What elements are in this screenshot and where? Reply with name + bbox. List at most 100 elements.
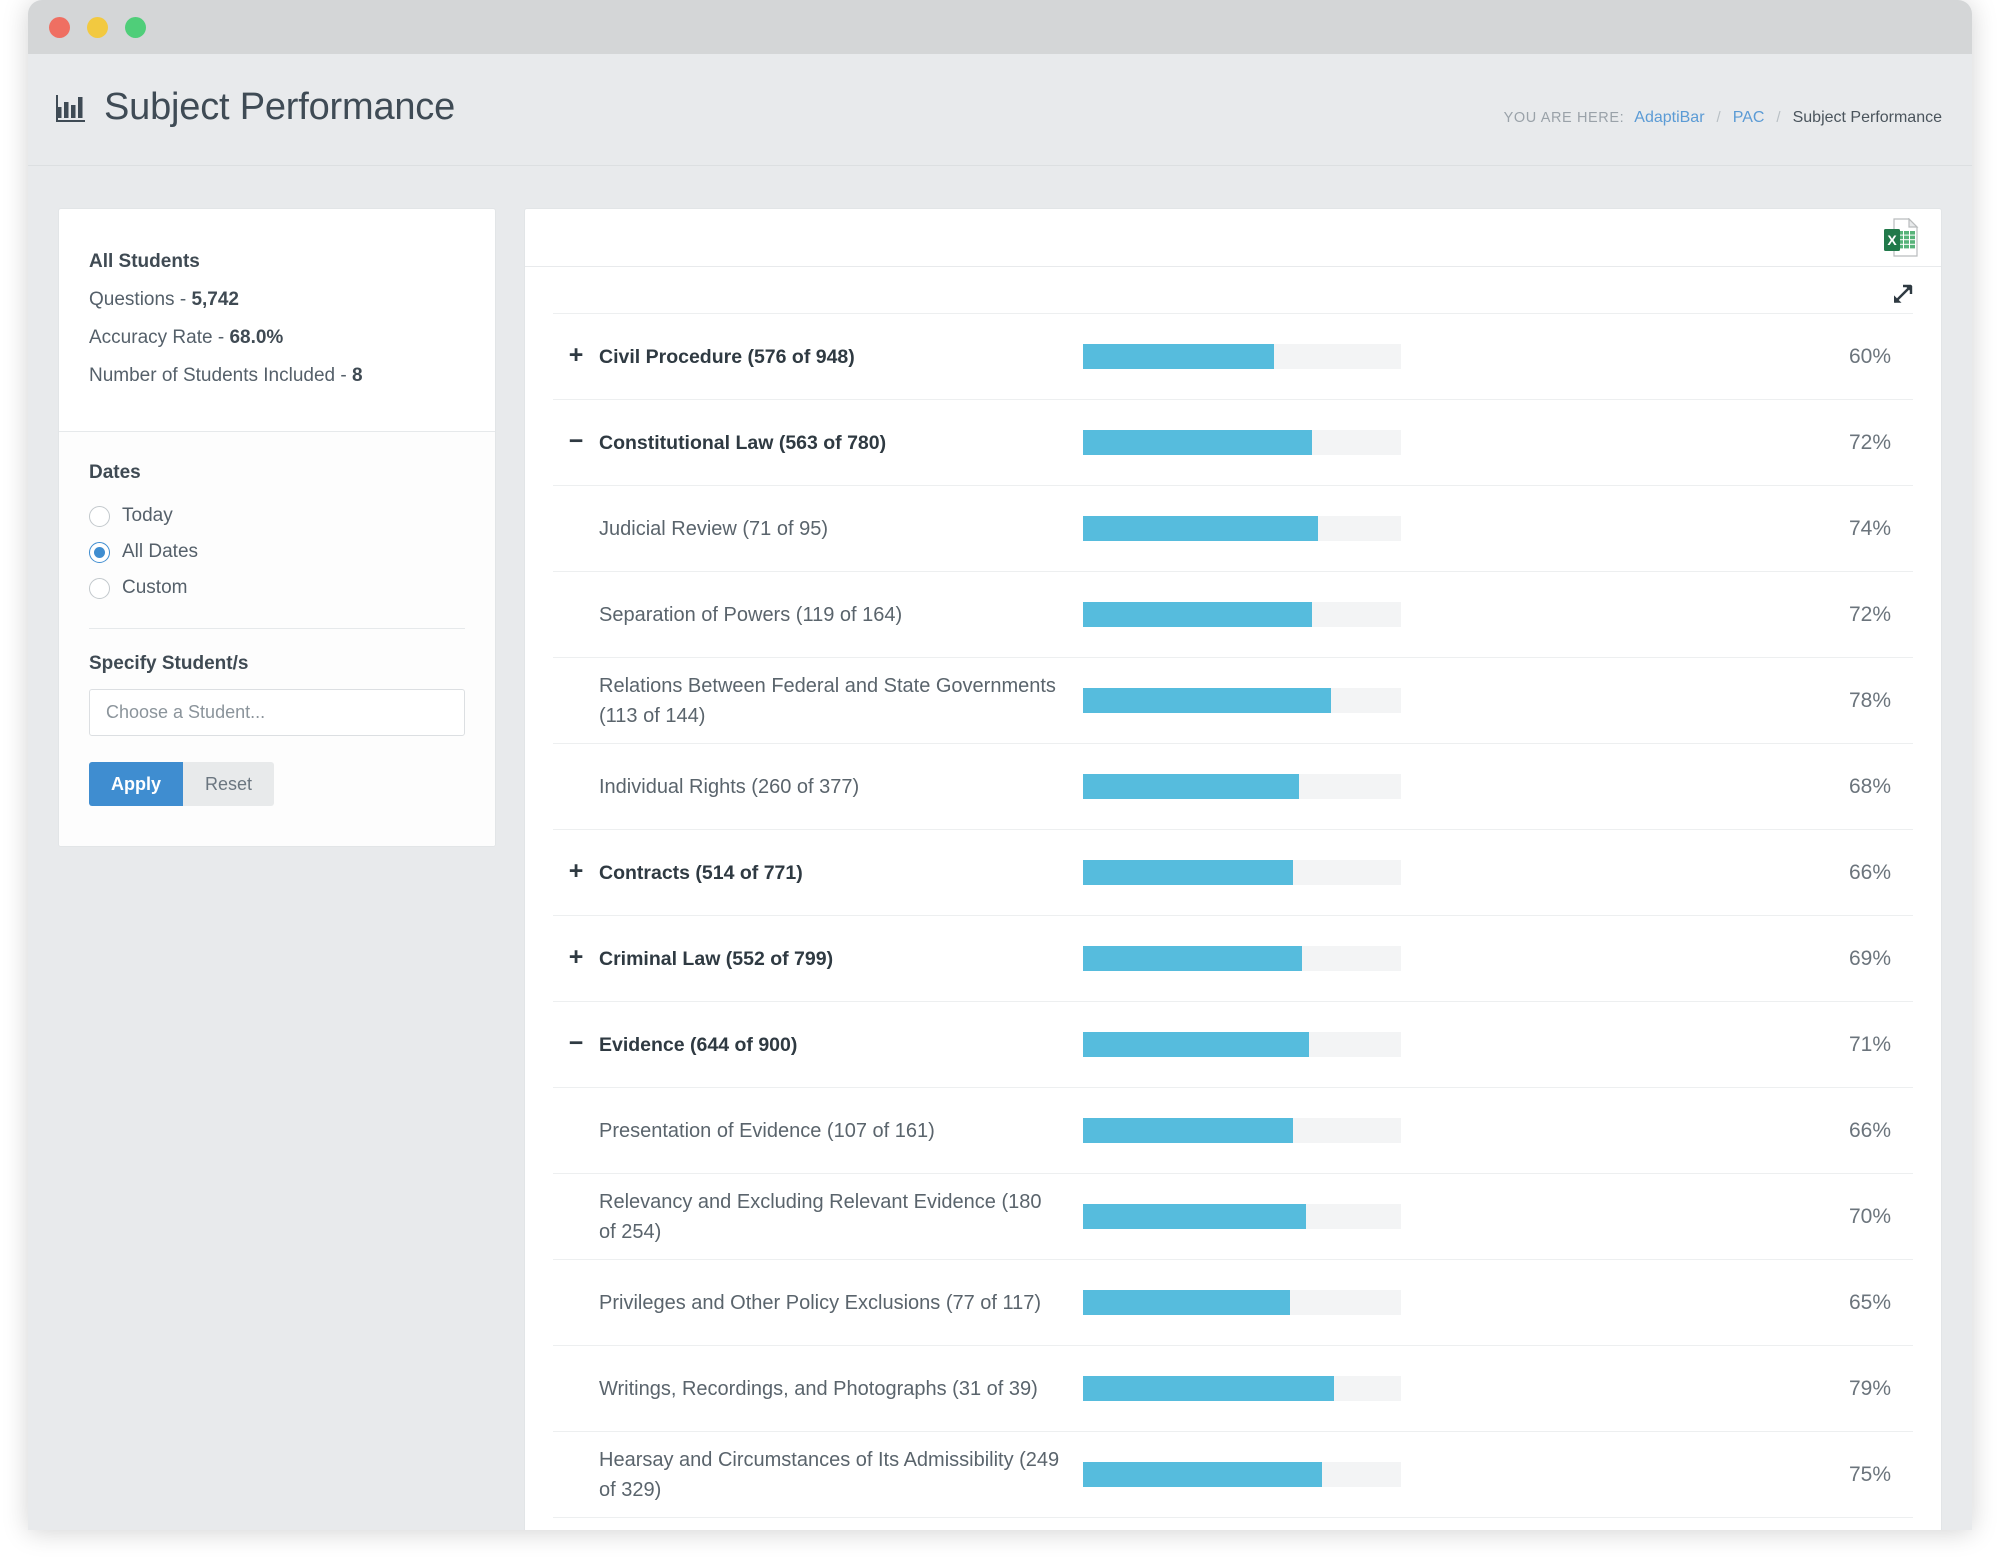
collapse-row-icon[interactable]: −: [553, 428, 599, 457]
summary-heading: All Students: [89, 251, 200, 272]
row-percent: 65%: [1848, 1290, 1891, 1314]
row-bar-cell: [1083, 1376, 1413, 1401]
summary-students: Number of Students Included - 8: [89, 357, 465, 395]
apply-button[interactable]: Apply: [89, 762, 184, 806]
excel-export-icon[interactable]: X: [1883, 217, 1919, 258]
section-divider: [89, 628, 465, 629]
minimize-window-button[interactable]: [87, 17, 108, 38]
breadcrumb-link-adaptibar[interactable]: AdaptiBar: [1634, 109, 1704, 127]
row-label: Relations Between Federal and State Gove…: [599, 674, 1056, 727]
expand-arrows-icon[interactable]: [1890, 281, 1916, 307]
page-title: Subject Performance: [104, 86, 456, 128]
collapse-row-icon[interactable]: −: [553, 1030, 599, 1059]
bar-fill: [1083, 516, 1319, 541]
radio-today-icon[interactable]: [89, 505, 110, 527]
page-header: Subject Performance YOU ARE HERE: Adapti…: [28, 54, 1972, 166]
summary-students-label: Number of Students Included -: [89, 365, 352, 386]
bar-track: [1083, 602, 1401, 627]
row-percent: 71%: [1848, 1032, 1891, 1056]
table-row: Hearsay and Circumstances of Its Admissi…: [553, 1431, 1913, 1517]
close-window-button[interactable]: [49, 17, 70, 38]
bar-fill: [1083, 860, 1293, 885]
row-percent: 60%: [1848, 344, 1891, 368]
bar-track: [1083, 1204, 1401, 1229]
browser-window: Subject Performance YOU ARE HERE: Adapti…: [28, 0, 1972, 1530]
row-bar-cell: [1083, 430, 1413, 455]
breadcrumb-link-pac[interactable]: PAC: [1733, 109, 1765, 127]
filter-controls-section: Dates Today All Dates Custom Specify Stu…: [59, 431, 495, 846]
radio-custom-icon[interactable]: [89, 577, 110, 599]
reset-button[interactable]: Reset: [183, 762, 275, 806]
main-content: All Students Questions - 5,742 Accuracy …: [28, 166, 1972, 1530]
table-row: Individual Rights (260 of 377) 68%: [553, 743, 1913, 829]
bar-track: [1083, 860, 1401, 885]
row-percent: 78%: [1848, 688, 1891, 712]
bar-fill: [1083, 688, 1332, 713]
dates-label: Dates: [89, 462, 141, 483]
table-row: +Real Property (509 of 785)64%: [553, 1517, 1913, 1530]
row-label: Evidence (644 of 900): [599, 1033, 798, 1056]
bar-fill: [1083, 344, 1274, 369]
breadcrumb-separator: /: [1716, 109, 1721, 126]
bar-track: [1083, 1032, 1401, 1057]
row-label: Judicial Review (71 of 95): [599, 517, 828, 540]
breadcrumb: YOU ARE HERE: AdaptiBar / PAC / Subject …: [1504, 109, 1942, 127]
bar-track: [1083, 430, 1401, 455]
row-bar-cell: [1083, 1462, 1413, 1487]
row-percent: 74%: [1848, 516, 1891, 540]
expand-row-icon[interactable]: +: [553, 858, 599, 887]
maximize-window-button[interactable]: [125, 17, 146, 38]
row-bar-cell: [1083, 1032, 1413, 1057]
row-label: Individual Rights (260 of 377): [599, 775, 860, 798]
row-toggle-spacer: [553, 1387, 599, 1390]
row-toggle-spacer: [553, 1129, 599, 1132]
row-bar-cell: [1083, 602, 1413, 627]
bar-fill: [1083, 774, 1300, 799]
row-percent: 75%: [1848, 1462, 1891, 1486]
application-body: Subject Performance YOU ARE HERE: Adapti…: [28, 54, 1972, 1530]
table-row: Relations Between Federal and State Gove…: [553, 657, 1913, 743]
summary-section: All Students Questions - 5,742 Accuracy …: [59, 209, 495, 431]
row-bar-cell: [1083, 860, 1413, 885]
bar-track: [1083, 946, 1401, 971]
bar-fill: [1083, 430, 1312, 455]
table-row: Writings, Recordings, and Photographs (3…: [553, 1345, 1913, 1431]
student-select-input[interactable]: [89, 689, 465, 736]
breadcrumb-separator: /: [1776, 109, 1781, 126]
radio-option-all-dates[interactable]: All Dates: [89, 534, 465, 570]
bar-track: [1083, 774, 1401, 799]
bar-track: [1083, 1118, 1401, 1143]
summary-accuracy-value: 68.0%: [229, 327, 284, 348]
radio-option-custom[interactable]: Custom: [89, 570, 465, 606]
page-title-group: Subject Performance: [56, 86, 455, 129]
row-label: Criminal Law (552 of 799): [599, 947, 834, 970]
row-toggle-spacer: [553, 613, 599, 616]
row-percent: 79%: [1848, 1376, 1891, 1400]
row-percent: 72%: [1848, 430, 1891, 454]
expand-row-icon[interactable]: +: [553, 342, 599, 371]
bar-track: [1083, 1290, 1401, 1315]
summary-accuracy-label: Accuracy Rate -: [89, 327, 230, 348]
bar-fill: [1083, 1032, 1309, 1057]
row-toggle-spacer: [553, 1301, 599, 1304]
row-label: Presentation of Evidence (107 of 161): [599, 1119, 935, 1142]
breadcrumb-current: Subject Performance: [1792, 109, 1942, 126]
expand-row-icon[interactable]: +: [553, 944, 599, 973]
row-toggle-spacer: [553, 1473, 599, 1476]
row-label: Civil Procedure (576 of 948): [599, 345, 855, 368]
filter-panel: All Students Questions - 5,742 Accuracy …: [58, 208, 496, 847]
filter-button-row: Apply Reset: [89, 762, 465, 806]
row-bar-cell: [1083, 774, 1413, 799]
radio-all-dates-icon[interactable]: [89, 541, 110, 563]
summary-questions-value: 5,742: [191, 289, 239, 310]
summary-questions-label: Questions -: [89, 289, 192, 310]
row-label: Hearsay and Circumstances of Its Admissi…: [599, 1448, 1060, 1501]
row-label: Contracts (514 of 771): [599, 861, 803, 884]
bar-track: [1083, 1462, 1401, 1487]
row-percent: 66%: [1848, 1118, 1891, 1142]
row-label: Writings, Recordings, and Photographs (3…: [599, 1377, 1038, 1400]
bar-fill: [1083, 946, 1303, 971]
bar-fill: [1083, 1376, 1335, 1401]
svg-text:X: X: [1887, 232, 1897, 248]
radio-option-today[interactable]: Today: [89, 498, 465, 534]
